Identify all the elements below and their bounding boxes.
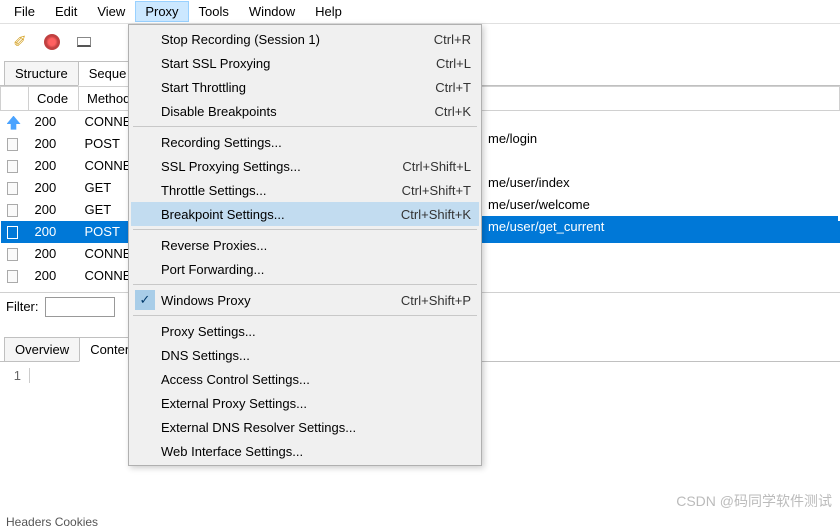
menu-item-dns-settings[interactable]: DNS Settings... xyxy=(131,343,479,367)
doc-icon xyxy=(7,248,18,261)
record-button[interactable] xyxy=(38,28,66,56)
menu-item-label: SSL Proxying Settings... xyxy=(161,159,301,174)
menu-item-label: DNS Settings... xyxy=(161,348,250,363)
menu-tools[interactable]: Tools xyxy=(189,1,239,22)
menu-item-access-control-settings[interactable]: Access Control Settings... xyxy=(131,367,479,391)
menu-item-breakpoint-settings[interactable]: Breakpoint Settings... Ctrl+Shift+K xyxy=(131,202,479,226)
doc-icon xyxy=(7,182,18,195)
line-number: 1 xyxy=(10,368,30,383)
watermark: CSDN @码同学软件测试 xyxy=(676,491,832,511)
menu-item-proxy-settings[interactable]: Proxy Settings... xyxy=(131,319,479,343)
proxy-dropdown: Stop Recording (Session 1) Ctrl+R Start SS… xyxy=(128,24,482,466)
path-item[interactable]: me/user/index xyxy=(482,172,838,194)
menu-item-label: Web Interface Settings... xyxy=(161,444,303,459)
menu-item-external-dns-resolver-settings[interactable]: External DNS Resolver Settings... xyxy=(131,415,479,439)
menu-item-shortcut: Ctrl+R xyxy=(434,32,471,47)
menu-item-ssl-proxying-settings[interactable]: SSL Proxying Settings... Ctrl+Shift+L xyxy=(131,154,479,178)
menu-item-label: External DNS Resolver Settings... xyxy=(161,420,356,435)
menu-window[interactable]: Window xyxy=(239,1,305,22)
path-item[interactable]: me/user/welcome xyxy=(482,194,838,216)
menu-item-shortcut: Ctrl+Shift+L xyxy=(402,159,471,174)
clear-button[interactable]: ✐ xyxy=(6,28,34,56)
menu-separator xyxy=(133,229,477,230)
menu-item-label: Throttle Settings... xyxy=(161,183,267,198)
menu-item-shortcut: Ctrl+L xyxy=(436,56,471,71)
tab-overview[interactable]: Overview xyxy=(4,337,80,361)
menu-file[interactable]: File xyxy=(4,1,45,22)
menu-edit[interactable]: Edit xyxy=(45,1,87,22)
menu-item-label: Start SSL Proxying xyxy=(161,56,270,71)
footer-tabs: Headers Cookies xyxy=(6,515,98,529)
menu-separator xyxy=(133,284,477,285)
menu-item-throttle-settings[interactable]: Throttle Settings... Ctrl+Shift+T xyxy=(131,178,479,202)
check-icon: ✓ xyxy=(135,290,155,310)
menu-item-label: Windows Proxy xyxy=(161,293,251,308)
code-cell: 200 xyxy=(29,177,79,199)
menu-item-reverse-proxies[interactable]: Reverse Proxies... xyxy=(131,233,479,257)
menu-item-stop-recording-session-1[interactable]: Stop Recording (Session 1) Ctrl+R xyxy=(131,27,479,51)
menu-item-label: Port Forwarding... xyxy=(161,262,264,277)
code-cell: 200 xyxy=(29,265,79,287)
doc-icon xyxy=(7,270,18,283)
menu-item-windows-proxy[interactable]: ✓ Windows Proxy Ctrl+Shift+P xyxy=(131,288,479,312)
menu-item-recording-settings[interactable]: Recording Settings... xyxy=(131,130,479,154)
menu-help[interactable]: Help xyxy=(305,1,352,22)
path-item[interactable]: me/login xyxy=(482,128,838,150)
menu-item-label: Breakpoint Settings... xyxy=(161,207,285,222)
doc-icon xyxy=(7,160,18,173)
filter-input[interactable] xyxy=(45,297,115,317)
code-cell: 200 xyxy=(29,221,79,243)
menu-item-shortcut: Ctrl+T xyxy=(435,80,471,95)
col-icon[interactable] xyxy=(1,87,29,111)
code-cell: 200 xyxy=(29,155,79,177)
menu-item-shortcut: Ctrl+Shift+T xyxy=(402,183,471,198)
path-item[interactable] xyxy=(482,150,838,172)
menu-item-label: Reverse Proxies... xyxy=(161,238,267,253)
sel-icon xyxy=(7,226,18,239)
menu-item-label: Disable Breakpoints xyxy=(161,104,277,119)
broom-icon: ✐ xyxy=(13,32,26,52)
menu-item-web-interface-settings[interactable]: Web Interface Settings... xyxy=(131,439,479,463)
menu-item-start-ssl-proxying[interactable]: Start SSL Proxying Ctrl+L xyxy=(131,51,479,75)
filter-label: Filter: xyxy=(6,299,39,314)
menu-item-external-proxy-settings[interactable]: External Proxy Settings... xyxy=(131,391,479,415)
menu-item-label: External Proxy Settings... xyxy=(161,396,307,411)
menu-separator xyxy=(133,126,477,127)
menu-separator xyxy=(133,315,477,316)
code-cell: 200 xyxy=(29,199,79,221)
doc-icon xyxy=(7,204,18,217)
menu-item-shortcut: Ctrl+Shift+P xyxy=(401,293,471,308)
right-path-list: me/login me/user/indexme/user/welcomeme/u… xyxy=(482,128,838,238)
menu-item-shortcut: Ctrl+K xyxy=(435,104,471,119)
menu-view[interactable]: View xyxy=(87,1,135,22)
menu-item-label: Proxy Settings... xyxy=(161,324,256,339)
code-cell: 200 xyxy=(29,111,79,133)
menubar: FileEditViewProxyToolsWindowHelp xyxy=(0,0,840,24)
doc-icon xyxy=(7,138,18,151)
menu-item-label: Recording Settings... xyxy=(161,135,282,150)
device-button[interactable] xyxy=(70,28,98,56)
path-item[interactable]: me/user/get_current xyxy=(482,216,838,238)
menu-item-label: Stop Recording (Session 1) xyxy=(161,32,320,47)
menu-item-shortcut: Ctrl+Shift+K xyxy=(401,207,471,222)
up-icon xyxy=(7,116,21,130)
code-cell: 200 xyxy=(29,133,79,155)
device-icon xyxy=(77,37,91,47)
menu-proxy[interactable]: Proxy xyxy=(135,1,188,22)
menu-item-label: Access Control Settings... xyxy=(161,372,310,387)
menu-item-label: Start Throttling xyxy=(161,80,246,95)
col-code[interactable]: Code xyxy=(29,87,79,111)
menu-item-start-throttling[interactable]: Start Throttling Ctrl+T xyxy=(131,75,479,99)
menu-item-disable-breakpoints[interactable]: Disable Breakpoints Ctrl+K xyxy=(131,99,479,123)
menu-item-port-forwarding[interactable]: Port Forwarding... xyxy=(131,257,479,281)
record-icon xyxy=(44,34,60,50)
tab-structure[interactable]: Structure xyxy=(4,61,79,85)
code-cell: 200 xyxy=(29,243,79,265)
